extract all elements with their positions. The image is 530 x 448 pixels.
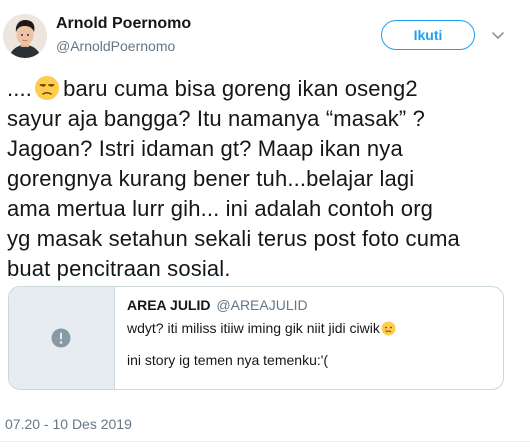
quoted-author-handle: @AREAJULID xyxy=(216,297,308,313)
tweet-timestamp[interactable]: 07.20 - 10 Des 2019 xyxy=(5,416,132,432)
tweet-text-line: ama mertua lurr gih... ini adalah contoh… xyxy=(7,196,434,221)
quoted-tweet-text-line: ini story ig temen nya temenku:'( xyxy=(127,352,329,368)
tweet-text-line: .... baru cuma bisa goreng ikan oseng2 xyxy=(7,74,525,104)
quoted-tweet-text-segment: wdyt? iti miliss itiiw iming gik niit ji… xyxy=(127,320,380,336)
quoted-author-name: AREA JULID xyxy=(127,297,211,313)
tweet-text-line: buat pencitraan sosial. xyxy=(7,256,231,281)
chevron-down-icon[interactable] xyxy=(490,27,506,43)
tweet-text-line: yg masak setahun sekali terus post foto … xyxy=(7,226,460,251)
unamused-face-icon xyxy=(34,75,60,101)
tweet-text-line: gorengnya kurang bener tuh...belajar lag… xyxy=(7,166,415,191)
avatar[interactable] xyxy=(3,14,47,58)
tweet-card: Arnold Poernomo @ArnoldPoernomo Ikuti ..… xyxy=(0,0,530,448)
follow-button[interactable]: Ikuti xyxy=(381,20,475,50)
follow-button-label: Ikuti xyxy=(413,27,443,43)
avatar-image xyxy=(3,14,47,58)
crying-face-icon xyxy=(381,321,396,336)
quoted-tweet-header: AREA JULID @AREAJULID xyxy=(127,297,497,313)
author-display-name[interactable]: Arnold Poernomo xyxy=(56,15,191,33)
quoted-tweet-media xyxy=(9,287,115,389)
tweet-text-segment: .... xyxy=(7,76,33,101)
tweet-text-line: Jagoan? Istri idaman gt? Maap ikan nya xyxy=(7,136,403,161)
quoted-tweet-body: AREA JULID @AREAJULID wdyt? iti miliss i… xyxy=(127,297,497,369)
tweet-text: .... baru cuma bisa goreng ikan oseng2 s… xyxy=(7,74,525,284)
media-unavailable-icon xyxy=(51,328,71,348)
quoted-tweet-text-line: wdyt? iti miliss itiiw iming gik niit ji… xyxy=(127,319,497,337)
tweet-text-segment: baru cuma bisa goreng ikan oseng2 xyxy=(63,76,418,101)
quoted-tweet-card[interactable]: AREA JULID @AREAJULID wdyt? iti miliss i… xyxy=(8,286,504,390)
author-handle[interactable]: @ArnoldPoernomo xyxy=(56,38,175,54)
tweet-text-line: sayur aja bangga? Itu namanya “masak” ? xyxy=(7,106,425,131)
divider xyxy=(0,441,530,442)
